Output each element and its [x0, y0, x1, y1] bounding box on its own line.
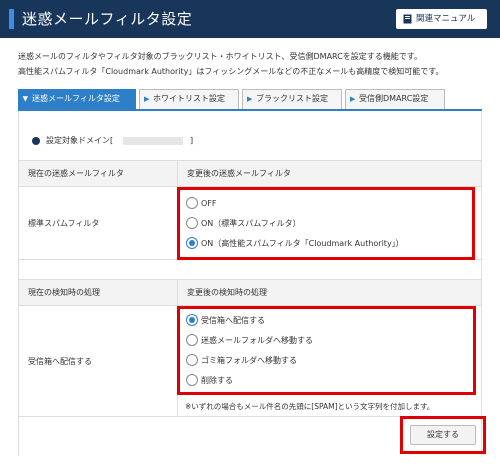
spam-tag-note: ※いずれの場合もメール件名の先頭に[SPAM]という文字列を付加します。	[185, 402, 435, 411]
chevron-right-icon: ▶	[144, 95, 150, 103]
book-icon	[403, 14, 412, 24]
new-filter-header: 変更後の迷惑メールフィルタ	[177, 160, 482, 187]
tab-label: 受信側DMARC設定	[359, 94, 429, 103]
target-domain-label: 設定対象ドメイン[	[46, 136, 114, 145]
target-domain-close-bracket: ]	[190, 136, 194, 145]
chevron-right-icon: ▶	[350, 95, 356, 103]
current-action-value: 受信箱へ配信する	[18, 305, 178, 417]
page-header: 迷惑メールフィルタ設定 関連マニュアル	[0, 0, 500, 38]
intro-line-2: 高性能スパムフィルタ「Cloudmark Authority」はフィッシングメー…	[18, 67, 444, 76]
submit-highlight	[400, 416, 486, 454]
filter-options-highlight	[177, 187, 475, 260]
tab-label: ブラックリスト設定	[256, 94, 328, 103]
intro-line-1: 迷惑メールのフィルタやフィルタ対象のブラックリスト・ホワイトリスト、受信側DMA…	[18, 52, 422, 61]
related-manual-button[interactable]: 関連マニュアル	[396, 9, 487, 29]
page-title: 迷惑メールフィルタ設定	[22, 10, 193, 28]
bullet-icon	[32, 137, 40, 145]
tab-whitelist-settings[interactable]: ▶ ホワイトリスト設定	[139, 89, 239, 109]
tab-spam-filter-settings[interactable]: ▶ 迷惑メールフィルタ設定	[18, 89, 136, 109]
intro-text: 迷惑メールのフィルタやフィルタ対象のブラックリスト・ホワイトリスト、受信側DMA…	[18, 49, 443, 79]
new-action-header: 変更後の検知時の処理	[177, 279, 482, 306]
current-filter-value: 標準スパムフィルタ	[18, 186, 178, 260]
chevron-right-icon: ▶	[247, 95, 253, 103]
current-action-header: 現在の検知時の処理	[18, 279, 178, 306]
tab-label: ホワイトリスト設定	[153, 94, 225, 103]
target-domain-redacted	[123, 137, 183, 145]
chevron-right-icon: ▶	[21, 96, 30, 102]
related-manual-label: 関連マニュアル	[416, 14, 476, 24]
tab-label: 迷惑メールフィルタ設定	[32, 94, 120, 103]
current-filter-header: 現在の迷惑メールフィルタ	[18, 160, 178, 187]
tab-blacklist-settings[interactable]: ▶ ブラックリスト設定	[242, 89, 342, 109]
tab-receiver-dmarc-settings[interactable]: ▶ 受信側DMARC設定	[345, 89, 445, 109]
header-accent-bar	[9, 9, 14, 29]
action-options-highlight	[177, 306, 476, 395]
